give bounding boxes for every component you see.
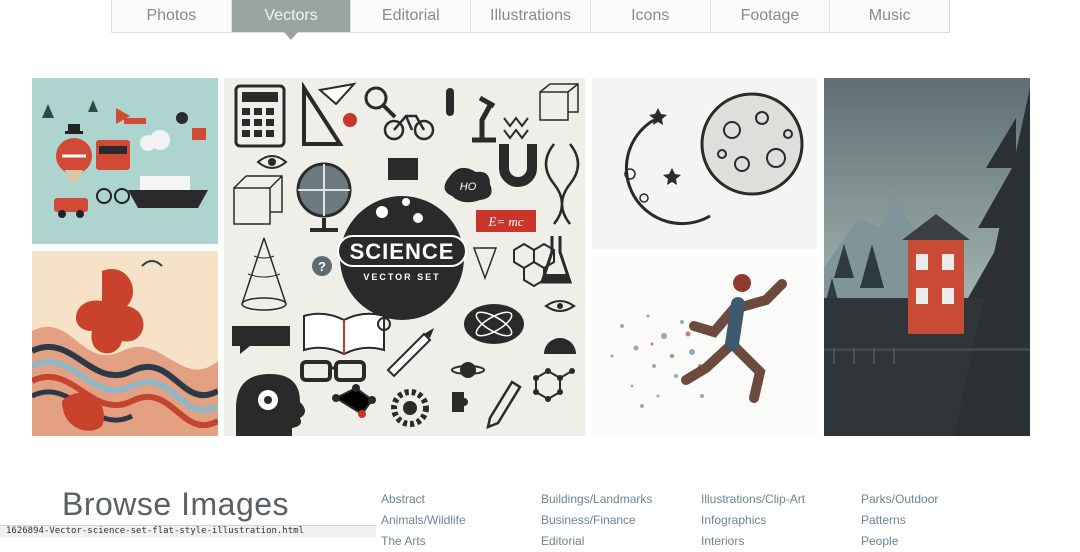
tab-label: Music bbox=[868, 7, 911, 24]
landscape-illustration bbox=[824, 88, 1030, 436]
category-link-buildings-landmarks[interactable]: Buildings/Landmarks bbox=[541, 489, 701, 510]
travel-illustration bbox=[42, 100, 208, 218]
thumb-forest-house[interactable] bbox=[824, 78, 1030, 436]
category-link-patterns[interactable]: Patterns bbox=[861, 510, 1021, 531]
svg-text:?: ? bbox=[318, 259, 326, 274]
tab-editorial[interactable]: Editorial bbox=[351, 0, 472, 32]
category-link-parks-outdoor[interactable]: Parks/Outdoor bbox=[861, 489, 1021, 510]
category-column: Illustrations/Clip-Art Infographics Inte… bbox=[701, 489, 861, 552]
thumb-science-vector-set[interactable]: SCIENCE VECTOR SET HO E= mc ? bbox=[224, 78, 585, 436]
category-link-illustrations-clip-art[interactable]: Illustrations/Clip-Art bbox=[701, 489, 861, 510]
category-link-the-arts[interactable]: The Arts bbox=[381, 531, 541, 552]
category-link-people[interactable]: People bbox=[861, 531, 1021, 552]
tab-label: Illustrations bbox=[490, 7, 571, 24]
category-link-infographics[interactable]: Infographics bbox=[701, 510, 861, 531]
browser-status-bar: 1626894-Vector-science-set-flat-style-il… bbox=[0, 525, 376, 537]
category-column: Buildings/Landmarks Business/Finance Edi… bbox=[541, 489, 701, 552]
tab-footage[interactable]: Footage bbox=[711, 0, 831, 32]
thumb-moon-sketch[interactable] bbox=[592, 78, 817, 249]
formula-text: E= mc bbox=[487, 214, 523, 229]
tab-photos[interactable]: Photos bbox=[112, 0, 232, 32]
tab-label: Vectors bbox=[264, 7, 318, 24]
category-column: Abstract Animals/Wildlife The Arts bbox=[381, 489, 541, 552]
science-illustration: SCIENCE VECTOR SET HO E= mc ? bbox=[232, 81, 580, 436]
runner-illustration bbox=[610, 274, 787, 408]
category-link-editorial[interactable]: Editorial bbox=[541, 531, 701, 552]
ho-bubble-text: HO bbox=[460, 181, 477, 193]
tab-label: Icons bbox=[631, 7, 670, 24]
category-link-abstract[interactable]: Abstract bbox=[381, 489, 541, 510]
tab-label: Photos bbox=[146, 7, 197, 24]
thumb-runner-particles[interactable] bbox=[592, 256, 817, 436]
category-link-business-finance[interactable]: Business/Finance bbox=[541, 510, 701, 531]
tab-vectors[interactable]: Vectors bbox=[231, 0, 352, 40]
tab-music[interactable]: Music bbox=[830, 0, 949, 32]
category-link-interiors[interactable]: Interiors bbox=[701, 531, 861, 552]
thumb-floral-swirl[interactable] bbox=[32, 251, 218, 436]
moon-illustration bbox=[624, 92, 804, 226]
science-badge-text: SCIENCE bbox=[350, 239, 455, 264]
tab-icons[interactable]: Icons bbox=[591, 0, 711, 32]
thumb-travel-icons[interactable] bbox=[32, 78, 218, 244]
category-tabs: Photos Vectors Editorial Illustrations I… bbox=[111, 0, 950, 40]
tab-illustrations[interactable]: Illustrations bbox=[471, 0, 591, 32]
tab-label: Editorial bbox=[381, 7, 440, 24]
category-link-animals-wildlife[interactable]: Animals/Wildlife bbox=[381, 510, 541, 531]
tab-label: Footage bbox=[740, 7, 800, 24]
category-column: Parks/Outdoor Patterns People bbox=[861, 489, 1021, 552]
browse-images-heading: Browse Images bbox=[62, 486, 290, 522]
science-subtitle-text: VECTOR SET bbox=[363, 272, 440, 282]
floral-illustration bbox=[32, 260, 218, 436]
